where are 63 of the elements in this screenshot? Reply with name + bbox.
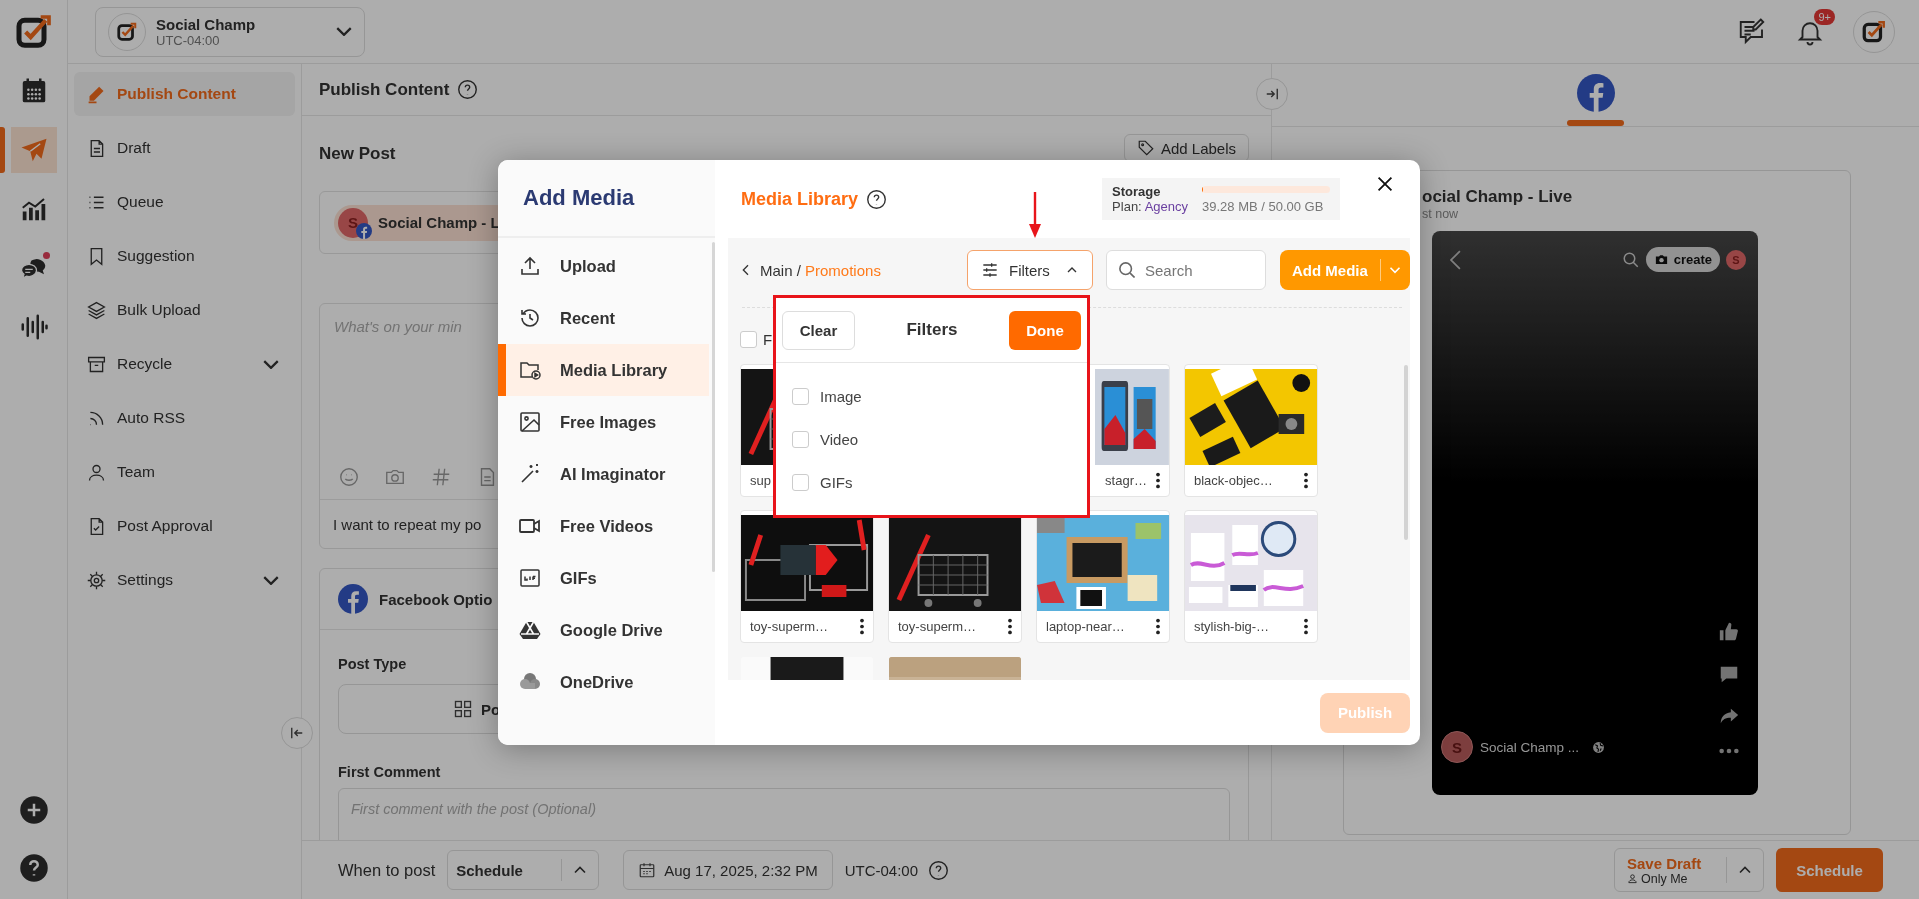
page-title: Publish Content [319,79,450,100]
checkbox-label: Video [820,431,859,448]
schedule-mode-select[interactable]: Schedule [447,850,600,890]
page-name: Social Champ ... [1480,739,1580,755]
search-field[interactable]: Search [1106,250,1266,290]
sidebar-item[interactable]: Suggestion [74,234,295,278]
file-name: toy-superm… [750,619,829,634]
media-source-item[interactable]: Upload [498,240,709,292]
filters-button[interactable]: Filters [967,250,1093,290]
sidebar-item[interactable]: Queue [74,180,295,224]
media-source-item[interactable]: Google Drive [498,604,709,656]
field-label: Post Type [338,656,407,672]
post-note: I want to repeat my po [333,515,482,533]
file-name: toy-superm… [898,619,977,634]
timezone-label: UTC-04:00 [844,861,919,879]
create-pill: create [1645,247,1720,272]
sidebar-item[interactable]: Team [74,450,295,494]
section-title: New Post [319,144,396,164]
field-label: First Comment [338,764,441,780]
sidebar-item[interactable]: Auto RSS [74,396,295,440]
media-card[interactable]: black-objec… [1184,364,1318,497]
media-source-item[interactable]: OneDrive [498,656,709,708]
file-name: stagr… [1105,473,1147,488]
media-source-item[interactable]: GIFs [498,552,709,604]
plan-text: Plan: Agency [1112,199,1188,214]
post-time: st now [1422,207,1460,221]
media-card[interactable]: laptop-near… [1036,510,1170,643]
notification-badge: 9+ [1814,8,1835,25]
preview-title: ocial Champ - Live [1422,187,1574,207]
sidebar-item[interactable]: Draft [74,126,295,170]
sidebar-item[interactable]: Post Approval [74,504,295,548]
media-source-item[interactable]: Recent [498,292,709,344]
checkbox-label: Image [820,388,862,405]
save-draft-button[interactable]: Save Draft Only Me [1614,848,1764,892]
media-source-item[interactable]: Media Library [498,344,709,396]
when-to-post-label: When to post [338,860,436,880]
breadcrumb[interactable]: Main / Promotions [760,261,881,279]
file-name: laptop-near… [1046,619,1125,634]
file-name: black-objec… [1194,473,1273,488]
media-source-item[interactable]: Free Videos [498,500,709,552]
first-comment-field[interactable]: First comment with the post (Optional) [338,788,1230,840]
workspace-dropdown[interactable]: Social Champ UTC-04:00 [95,6,365,57]
media-source-item[interactable]: Free Images [498,396,709,448]
media-card[interactable]: stylish-big-… [1184,510,1318,643]
file-name: sup [750,473,771,488]
media-card[interactable]: toy-superm… [740,510,874,643]
card-title: Facebook Optio [379,590,493,608]
storage-label: Storage [1112,184,1162,199]
clear-button[interactable]: Clear [782,310,855,350]
avatar: S [1726,249,1746,270]
dialog-title: Add Media [523,185,635,211]
sidebar-item[interactable]: Bulk Upload [74,288,295,332]
checkbox-label: F [763,330,773,348]
sidebar-item[interactable]: Recycle [74,342,295,386]
checkbox-label: GIFs [820,474,853,491]
date-picker-button[interactable]: Aug 17, 2025, 2:32 PM [623,850,833,890]
dropdown-title: Filters [906,320,958,340]
panel-title: Media Library [741,188,859,210]
media-source-item[interactable]: AI Imaginator [498,448,709,500]
sidebar-item[interactable]: Settings [74,558,295,602]
add-labels-button[interactable]: Add Labels [1123,134,1249,162]
storage-usage: 39.28 MB / 50.00 GB [1202,199,1325,214]
file-name: stylish-big-… [1194,619,1270,634]
